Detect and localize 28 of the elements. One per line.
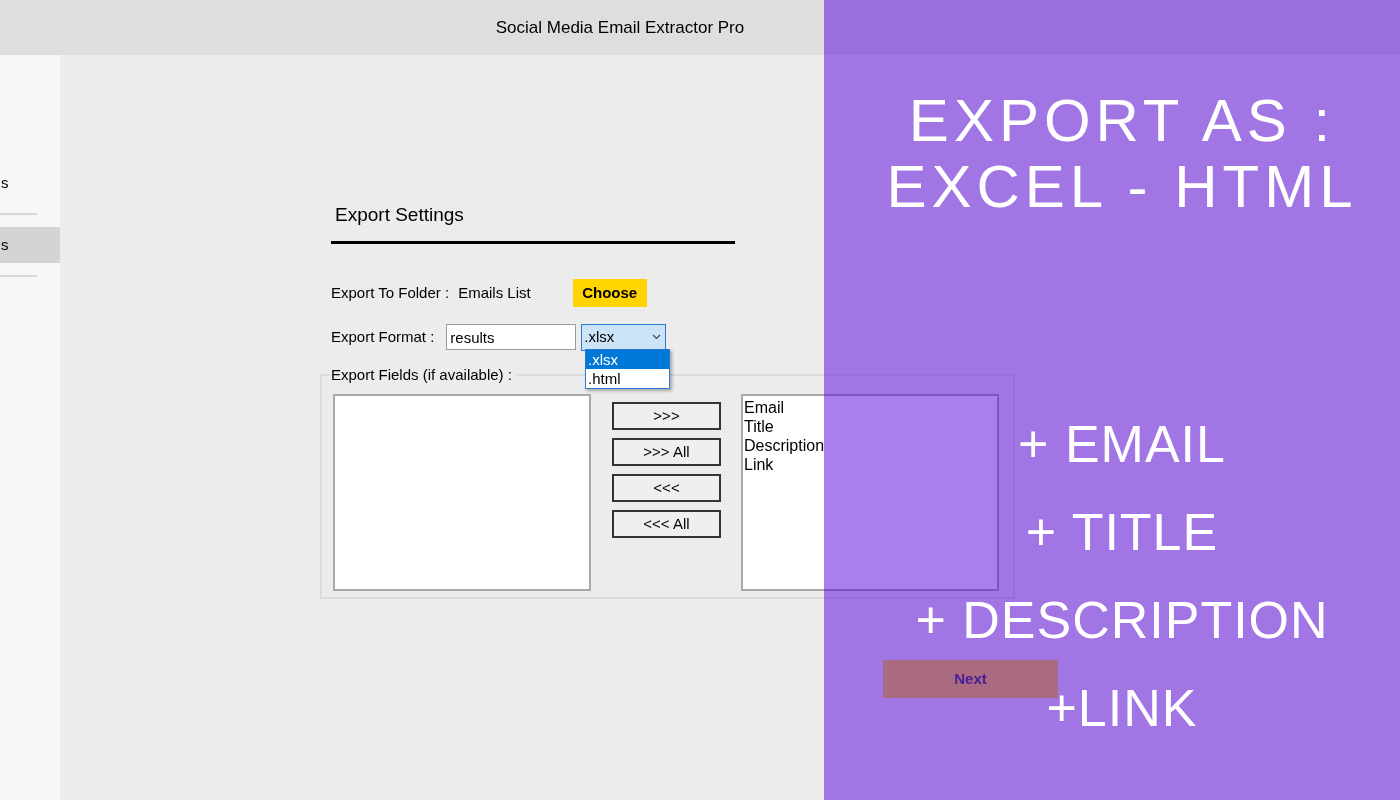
format-label: Export Format : (331, 326, 435, 347)
field-item[interactable]: Email (744, 398, 784, 417)
filename-field[interactable]: results (446, 324, 577, 350)
format-dropdown[interactable]: .xlsx (581, 323, 667, 351)
caret-icon (652, 334, 662, 340)
folder-value: Emails List (458, 282, 531, 303)
choose-button[interactable]: Choose (572, 279, 647, 307)
move-button[interactable]: <<< All (612, 510, 721, 538)
promo-item: + TITLE (1025, 502, 1219, 563)
field-item[interactable]: Description (744, 436, 825, 455)
folder-label: Export To Folder : (331, 282, 450, 303)
promo-heading: EXPORT AS : (908, 88, 1336, 154)
sidebar-item[interactable]: s (0, 165, 60, 201)
dropdown-option[interactable]: .xlsx (586, 350, 669, 369)
sidebar-item[interactable]: s (0, 227, 60, 263)
dropdown-option[interactable]: .html (586, 369, 669, 388)
promo-item: + DESCRIPTION (915, 590, 1329, 651)
selected-fields-list[interactable]: Email Title Description Link (741, 394, 999, 591)
promo-heading: EXCEL - HTML (886, 154, 1358, 220)
move-button[interactable]: >>> (612, 402, 721, 430)
section-heading: Export Settings (334, 203, 465, 227)
move-button[interactable]: >>> All (612, 438, 721, 466)
available-fields-list[interactable] (333, 394, 591, 591)
move-button[interactable]: <<< (612, 474, 721, 502)
promo-item: + EMAIL (1018, 414, 1226, 475)
window-title: Social Media Email Extractor Pro (495, 16, 745, 39)
field-item[interactable]: Link (744, 455, 774, 474)
field-item[interactable]: Title (744, 417, 774, 436)
